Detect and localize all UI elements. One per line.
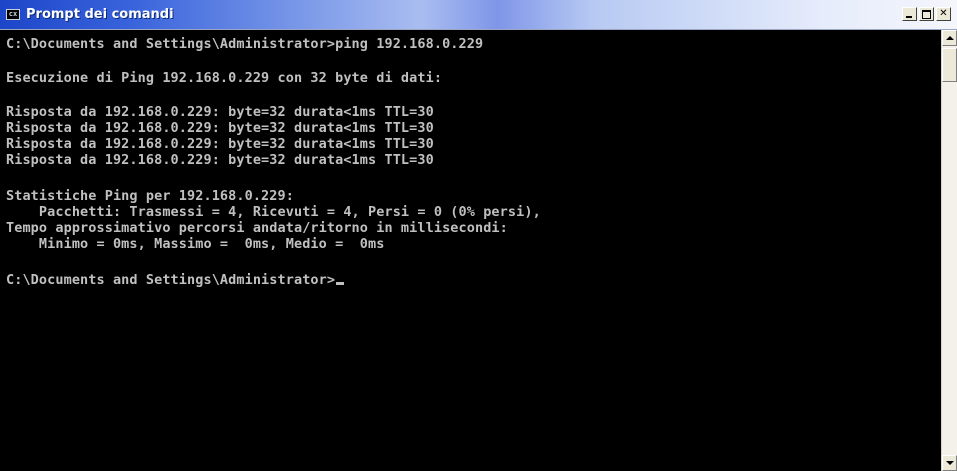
console-line-reply: Risposta da 192.168.0.229: byte=32 durat… (6, 120, 434, 136)
console-line-rtt-values: Minimo = 0ms, Massimo = 0ms, Medio = 0ms (6, 236, 385, 252)
console-line-packets: Pacchetti: Trasmessi = 4, Ricevuti = 4, … (6, 204, 541, 220)
cmd-icon[interactable]: cx (6, 9, 20, 20)
maximize-button[interactable] (919, 7, 934, 21)
window-controls: ✕ (900, 7, 951, 21)
scroll-down-button[interactable] (942, 455, 957, 471)
console-line-stats-header: Statistiche Ping per 192.168.0.229: (6, 188, 294, 204)
text-cursor (336, 282, 345, 285)
scroll-thumb[interactable] (942, 48, 957, 82)
console-line-reply: Risposta da 192.168.0.229: byte=32 durat… (6, 136, 434, 152)
title-bar[interactable]: cx Prompt dei comandi ✕ (0, 0, 957, 30)
prompt-text: C:\Documents and Settings\Administrator> (6, 272, 336, 288)
window-title: Prompt dei comandi (26, 7, 174, 22)
command-prompt-window: cx Prompt dei comandi ✕ C:\Documents and… (0, 0, 957, 471)
console-line-rtt-header: Tempo approssimativo percorsi andata/rit… (6, 220, 508, 236)
vertical-scrollbar[interactable] (941, 30, 957, 471)
console-line-command: C:\Documents and Settings\Administrator>… (6, 36, 484, 52)
console-line-reply: Risposta da 192.168.0.229: byte=32 durat… (6, 104, 434, 120)
minimize-button[interactable] (902, 7, 917, 21)
scroll-up-button[interactable] (942, 30, 957, 46)
console-line-ping-start: Esecuzione di Ping 192.168.0.229 con 32 … (6, 70, 443, 86)
console-line-prompt[interactable]: C:\Documents and Settings\Administrator> (6, 272, 345, 288)
console-line-reply: Risposta da 192.168.0.229: byte=32 durat… (6, 152, 434, 168)
close-button[interactable]: ✕ (936, 7, 951, 21)
console-output[interactable]: C:\Documents and Settings\Administrator>… (6, 36, 936, 466)
